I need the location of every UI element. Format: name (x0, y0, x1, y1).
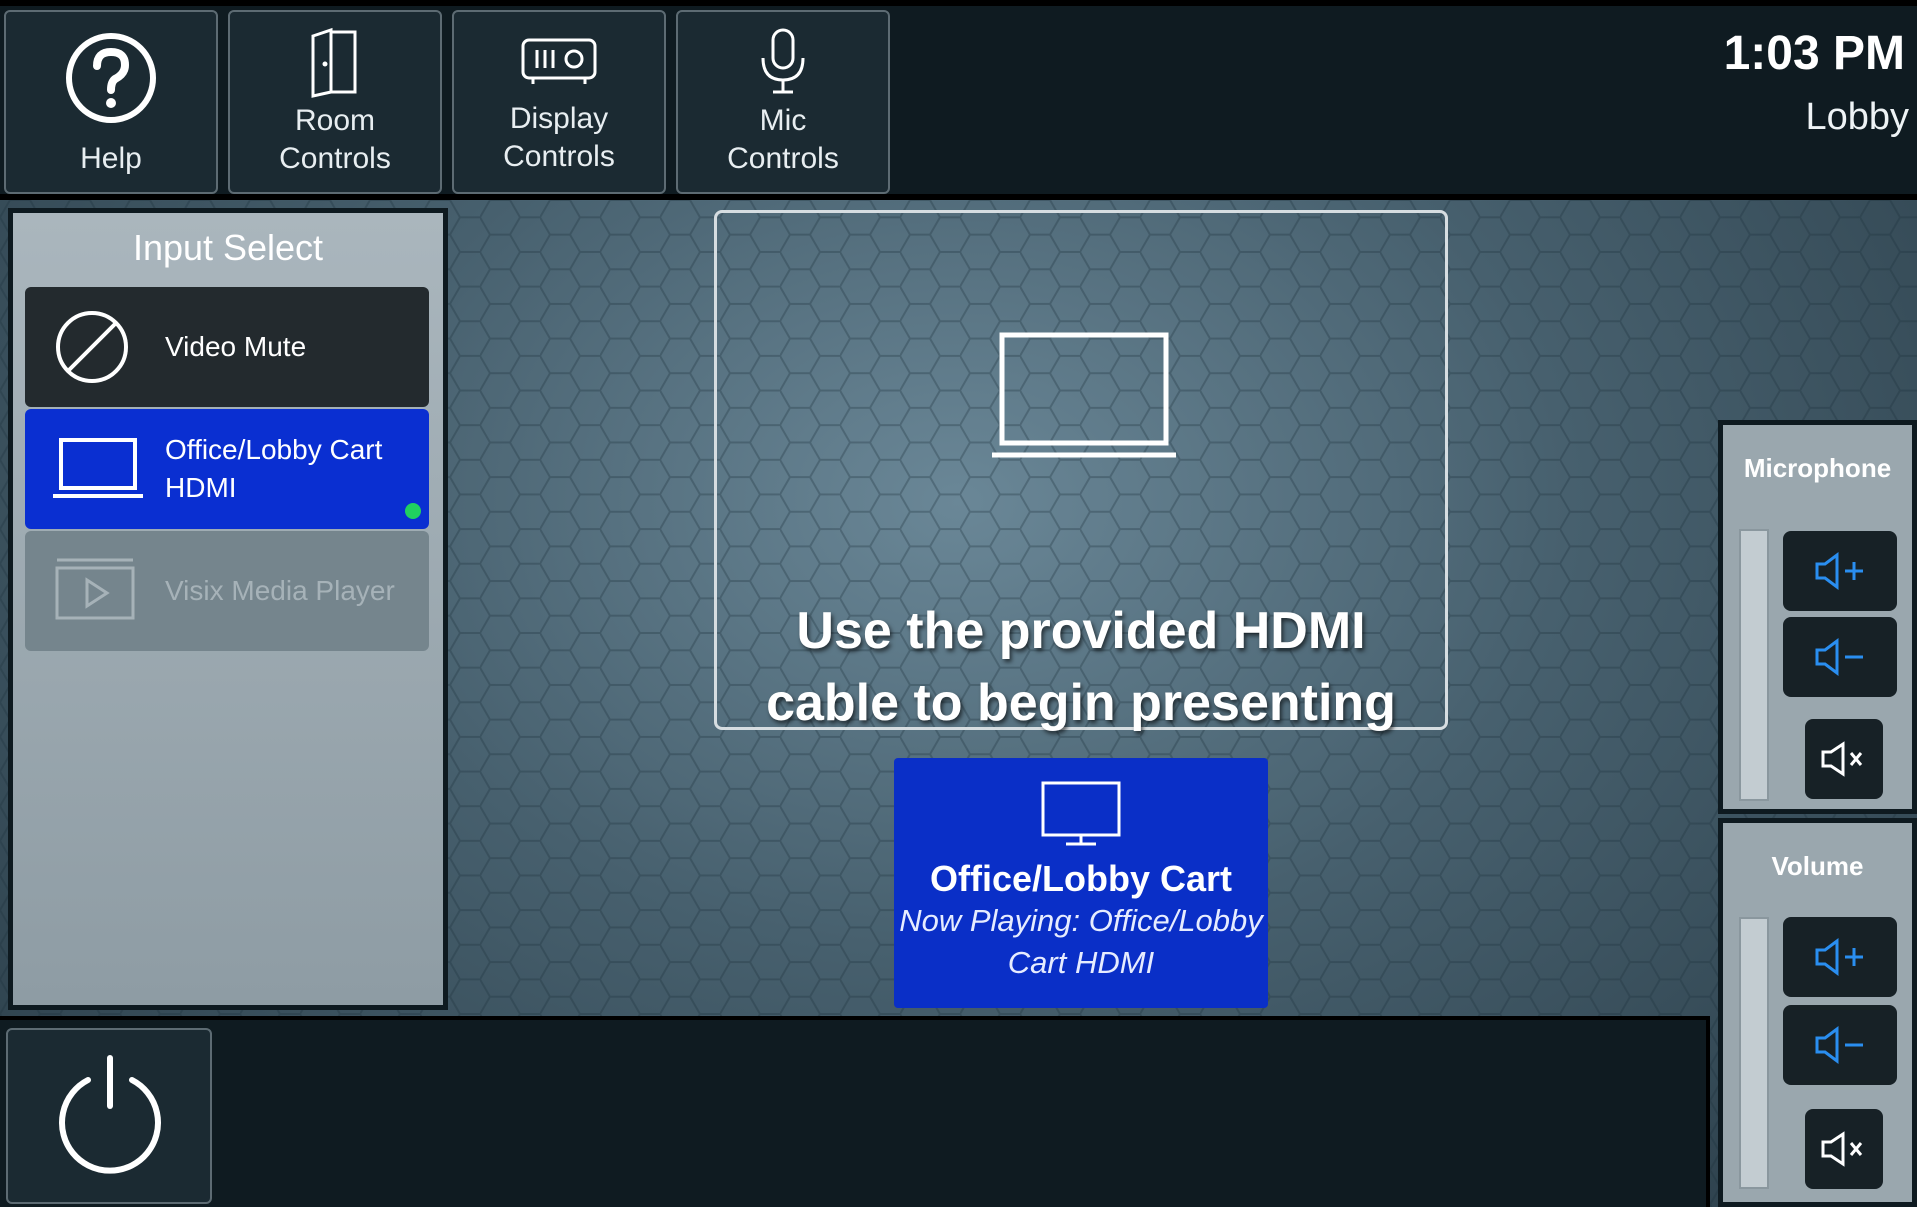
source-label-line-1: Office/Lobby Cart (165, 434, 383, 465)
projector-icon (521, 38, 597, 84)
touch-panel-screen: Help Room Controls Display Controls Mic … (0, 0, 1917, 1207)
top-bar: Help Room Controls Display Controls Mic … (0, 6, 1917, 194)
volume-mute-button[interactable] (1805, 1109, 1883, 1189)
display-controls-label-1: Display (509, 102, 609, 135)
help-icon (66, 33, 156, 123)
volume-up-icon (1815, 552, 1863, 590)
volume-down-icon (1815, 638, 1863, 676)
help-button[interactable]: Help (4, 10, 218, 194)
active-indicator (405, 503, 421, 519)
source-visix-media-player[interactable]: Visix Media Player (25, 531, 429, 651)
mic-controls-label-1: Mic (759, 104, 807, 137)
volume-down-button[interactable] (1783, 1005, 1897, 1085)
microphone-level-meter (1739, 529, 1769, 801)
room-controls-button[interactable]: Room Controls (228, 10, 442, 194)
now-playing-card[interactable]: Office/Lobby Cart Now Playing: Office/Lo… (894, 758, 1268, 1008)
input-select-panel: Input Select Video Mute Office/Lobby Car… (8, 208, 448, 1010)
laptop-icon (53, 438, 143, 498)
display-controls-label-2: Controls (503, 140, 615, 173)
source-label-line-2: HDMI (165, 472, 237, 503)
instruction-box: Use the provided HDMI cable to begin pre… (714, 210, 1448, 732)
microphone-icon (761, 28, 805, 94)
room-controls-label-2: Controls (279, 142, 391, 175)
now-playing-subtitle-line-1: Now Playing: Office/Lobby (899, 903, 1263, 938)
microphone-panel: Microphone (1718, 420, 1917, 814)
help-label: Help (80, 142, 142, 175)
microphone-volume-up-button[interactable] (1783, 531, 1897, 611)
mic-controls-button[interactable]: Mic Controls (676, 10, 890, 194)
instruction-text: Use the provided HDMI cable to begin pre… (717, 595, 1445, 739)
mute-icon (1821, 741, 1863, 777)
volume-up-icon (1815, 938, 1863, 976)
door-icon (311, 27, 357, 98)
volume-down-icon (1815, 1026, 1863, 1064)
source-label: Visix Media Player (165, 575, 395, 606)
room-controls-label-1: Room (294, 104, 376, 137)
mic-controls-label-2: Controls (727, 142, 839, 175)
monitor-icon (1041, 781, 1121, 846)
bottom-bar (0, 1016, 1710, 1207)
volume-panel: Volume (1718, 818, 1917, 1207)
microphone-title: Microphone (1743, 453, 1892, 483)
now-playing-title: Office/Lobby Cart (929, 858, 1233, 899)
volume-level-meter (1739, 917, 1769, 1189)
source-office-lobby-cart-hdmi[interactable]: Office/Lobby Cart HDMI (25, 409, 429, 529)
microphone-mute-button[interactable] (1805, 719, 1883, 799)
display-controls-button[interactable]: Display Controls (452, 10, 666, 194)
no-video-icon (56, 311, 128, 383)
mute-icon (1821, 1131, 1863, 1167)
power-icon (59, 1055, 161, 1174)
instruction-line-2: cable to begin presenting (766, 674, 1396, 732)
instruction-line-1: Use the provided HDMI (796, 602, 1366, 660)
media-player-icon (55, 558, 135, 620)
volume-up-button[interactable] (1783, 917, 1897, 997)
room-name: Lobby (1805, 96, 1909, 138)
source-label: Video Mute (165, 331, 307, 362)
microphone-volume-down-button[interactable] (1783, 617, 1897, 697)
now-playing-subtitle-line-2: Cart HDMI (1007, 945, 1155, 980)
input-select-title: Input Select (132, 227, 324, 268)
volume-title: Volume (1771, 851, 1864, 881)
clock-time: 1:03 PM (1723, 27, 1905, 80)
power-button[interactable] (6, 1028, 212, 1204)
source-video-mute[interactable]: Video Mute (25, 287, 429, 407)
laptop-icon (992, 332, 1176, 458)
